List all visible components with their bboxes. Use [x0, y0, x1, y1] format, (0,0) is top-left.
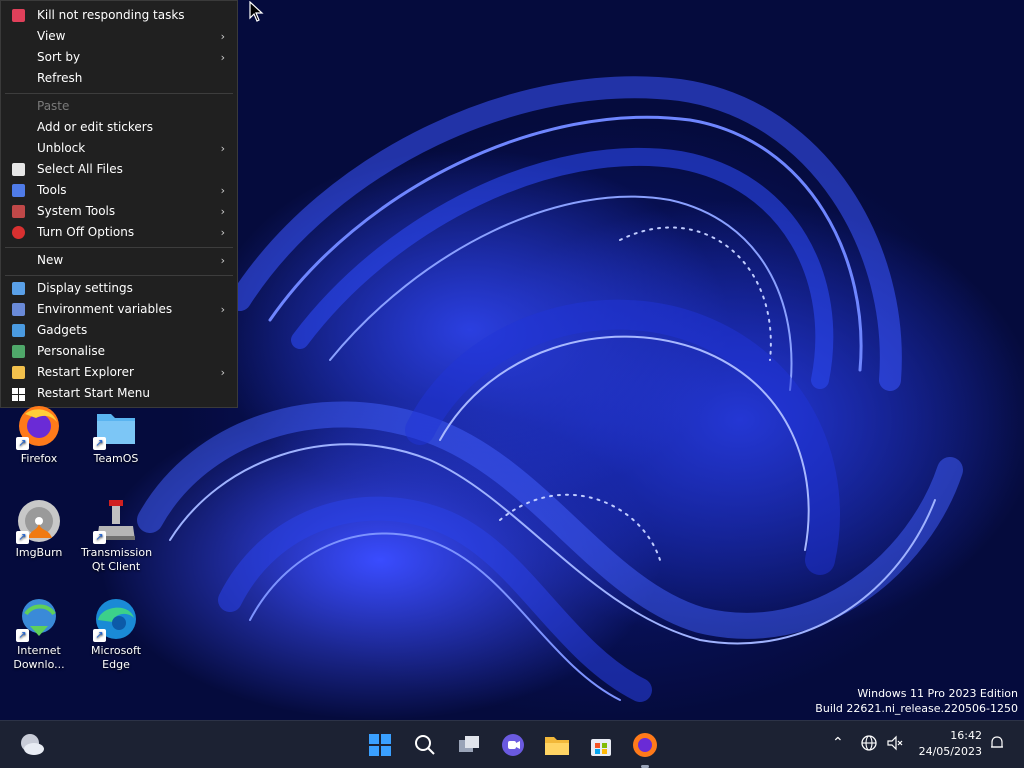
- chevron-right-icon: ›: [220, 142, 225, 155]
- shortcut-arrow-icon: ↗: [93, 629, 106, 642]
- menu-item-gadgets[interactable]: Gadgets: [1, 320, 237, 341]
- firefox-icon: ↗: [16, 404, 62, 450]
- menu-item-unblock[interactable]: Unblock ›: [1, 138, 237, 159]
- menu-item-stickers[interactable]: Add or edit stickers: [1, 117, 237, 138]
- chevron-right-icon: ›: [220, 30, 225, 43]
- gadgets-icon: [12, 324, 25, 337]
- chevron-right-icon: ›: [220, 226, 225, 239]
- menu-item-view[interactable]: View ›: [1, 26, 237, 47]
- weather-icon[interactable]: [16, 729, 48, 761]
- menu-item-tools[interactable]: Tools ›: [1, 180, 237, 201]
- watermark-build: Build 22621.ni_release.220506-1250: [815, 702, 1018, 715]
- taskbar: ⌃ 16:42 24/05/2023: [0, 720, 1024, 768]
- shortcut-arrow-icon: ↗: [16, 629, 29, 642]
- menu-item-turn-off[interactable]: Turn Off Options ›: [1, 222, 237, 243]
- shortcut-arrow-icon: ↗: [16, 531, 29, 544]
- menu-item-refresh[interactable]: Refresh: [1, 68, 237, 89]
- menu-item-paste: Paste: [37, 99, 70, 113]
- menu-item-sort-by[interactable]: Sort by ›: [1, 47, 237, 68]
- chevron-right-icon: ›: [220, 303, 225, 316]
- idm-icon: ↗: [16, 596, 62, 642]
- clock-time[interactable]: 16:42: [912, 729, 982, 742]
- menu-item-display-settings[interactable]: Display settings: [1, 278, 237, 299]
- menu-item-new[interactable]: New ›: [1, 250, 237, 271]
- store-icon[interactable]: [585, 729, 617, 761]
- desktop-context-menu: Kill not responding tasks View › Sort by…: [0, 0, 238, 408]
- volume-muted-icon[interactable]: [886, 734, 904, 756]
- computer-icon: [12, 303, 25, 316]
- file-explorer-icon[interactable]: [541, 729, 573, 761]
- chevron-right-icon: ›: [220, 254, 225, 267]
- desktop-icon-edge[interactable]: ↗ Microsoft Edge: [81, 596, 151, 672]
- desktop-icon-idm[interactable]: ↗ Internet Downlo...: [4, 596, 74, 672]
- menu-item-env-vars[interactable]: Environment variables ›: [1, 299, 237, 320]
- chevron-right-icon: ›: [220, 366, 225, 379]
- menu-separator: [5, 275, 233, 276]
- edge-icon: ↗: [93, 596, 139, 642]
- shortcut-arrow-icon: ↗: [93, 437, 106, 450]
- mouse-cursor-icon: [249, 1, 264, 22]
- shield-x-icon: [12, 9, 25, 22]
- menu-separator: [5, 93, 233, 94]
- desktop-icon-imgburn[interactable]: ↗ ImgBurn: [4, 498, 74, 560]
- shortcut-arrow-icon: ↗: [16, 437, 29, 450]
- folder-icon: [12, 366, 25, 379]
- desktop-icon-transmission[interactable]: ↗ Transmission Qt Client: [81, 498, 152, 574]
- menu-item-system-tools[interactable]: System Tools ›: [1, 201, 237, 222]
- notification-bell-icon[interactable]: [988, 734, 1006, 756]
- transmission-icon: ↗: [93, 498, 139, 544]
- menu-item-restart-start-menu[interactable]: Restart Start Menu: [1, 383, 237, 404]
- globe-icon[interactable]: [860, 734, 878, 756]
- desktop-icon-firefox[interactable]: ↗ Firefox: [4, 404, 74, 466]
- search-icon[interactable]: [409, 729, 441, 761]
- imgburn-icon: ↗: [16, 498, 62, 544]
- tools-icon: [12, 205, 25, 218]
- firefox-icon[interactable]: [629, 729, 661, 761]
- chevron-right-icon: ›: [220, 51, 225, 64]
- windows-icon: [12, 387, 25, 401]
- chevron-right-icon: ›: [220, 184, 225, 197]
- clock-date[interactable]: 24/05/2023: [912, 745, 982, 758]
- menu-item-select-all[interactable]: Select All Files: [1, 159, 237, 180]
- shortcut-arrow-icon: ↗: [93, 531, 106, 544]
- power-icon: [12, 226, 25, 239]
- menu-item-restart-explorer[interactable]: Restart Explorer ›: [1, 362, 237, 383]
- task-view-icon[interactable]: [453, 729, 485, 761]
- chevron-up-icon[interactable]: ⌃: [832, 735, 844, 751]
- watermark-edition: Windows 11 Pro 2023 Edition: [857, 687, 1018, 700]
- chat-icon[interactable]: [497, 729, 529, 761]
- monitor-icon: [12, 282, 25, 295]
- folder-icon: ↗: [93, 404, 139, 450]
- personalise-icon: [12, 345, 25, 358]
- menu-item-personalise[interactable]: Personalise: [1, 341, 237, 362]
- files-icon: [12, 163, 25, 176]
- windows-edition-watermark: Windows 11 Pro 2023 Edition Build 22621.…: [815, 686, 1018, 716]
- desktop-icon-teamos[interactable]: ↗ TeamOS: [81, 404, 151, 466]
- menu-separator: [5, 247, 233, 248]
- chevron-right-icon: ›: [220, 205, 225, 218]
- arrow-icon: [12, 184, 25, 197]
- menu-item-kill-tasks[interactable]: Kill not responding tasks: [1, 5, 237, 26]
- start-icon[interactable]: [364, 729, 396, 761]
